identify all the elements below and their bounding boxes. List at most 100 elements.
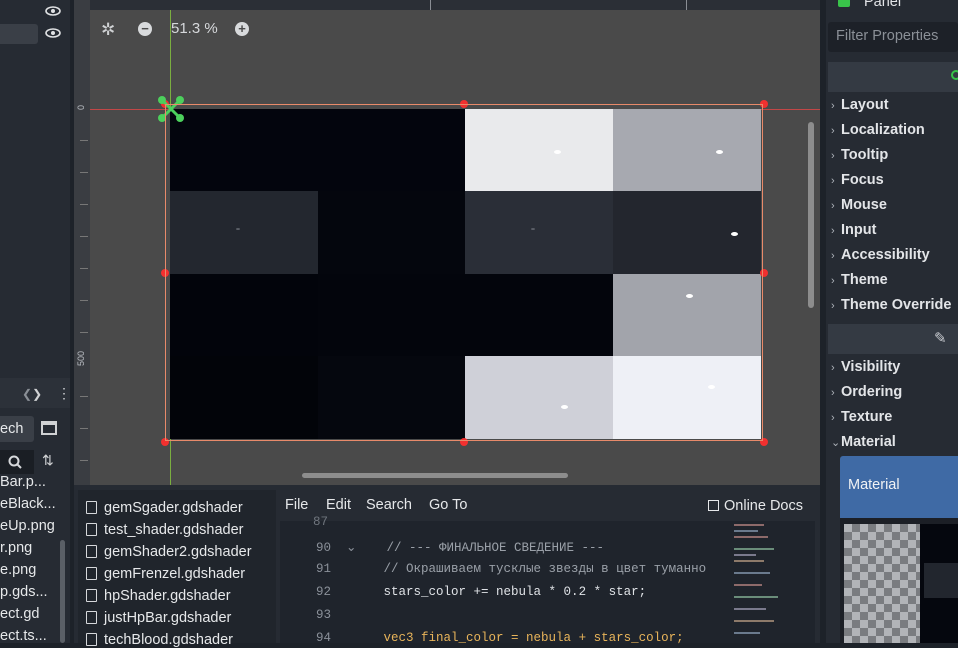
resize-handle[interactable] [161,269,169,277]
script-file[interactable]: hpShader.gdshader [86,588,231,604]
shader-file-icon [86,523,97,536]
section-theme[interactable]: › Theme [831,272,888,288]
ruler-label: 500 [76,350,86,366]
menu-dots-icon[interactable]: ⋮ [57,385,71,402]
section-ordering[interactable]: › Ordering [831,384,902,400]
shader-tile [612,191,761,275]
shader-tile [612,273,761,357]
shader-file-icon [86,611,97,624]
control-node-icon [951,70,958,80]
scene-row-selected[interactable] [0,24,38,44]
shader-file-icon [86,567,97,580]
fs-item[interactable]: eBlack... [0,496,56,512]
line-number-partial: 87 [313,515,329,529]
category-header[interactable] [828,62,958,92]
shader-tile [465,109,613,192]
section-layout[interactable]: › Layout [831,97,889,113]
script-file[interactable]: justHpBar.gdshader [86,610,231,626]
online-docs-link[interactable]: Online Docs [708,497,803,515]
fs-item[interactable]: p.gds... [0,584,48,600]
visibility-eye-icon[interactable] [45,28,61,38]
menu-search[interactable]: Search [366,497,412,513]
split-view-icon[interactable] [41,421,57,435]
shader-tile [170,273,318,357]
script-file[interactable]: gemFrenzel.gdshader [86,566,245,582]
back-icon[interactable]: ❮ [22,387,32,401]
fs-item[interactable]: ect.ts... [0,628,47,644]
pivot-icon[interactable] [153,91,189,127]
code-line: 92 stars_color += nebula * 0.2 * star; [316,585,647,599]
search-icon [8,455,22,469]
fs-item[interactable]: e.png [0,562,36,578]
menu-file[interactable]: File [285,497,308,513]
sort-icon[interactable]: ⇅ [42,452,54,469]
shader-file-icon [86,589,97,602]
resize-handle[interactable] [760,100,768,108]
script-file[interactable]: gemShader2.gdshader [86,544,252,560]
material-preview[interactable] [840,518,958,643]
zoom-in-icon[interactable]: + [235,22,249,36]
resize-handle[interactable] [760,438,768,446]
visibility-eye-icon[interactable] [45,6,61,16]
node-type-label: Panel [864,0,902,10]
section-localization[interactable]: › Localization [831,122,925,138]
shader-file-icon [86,633,97,646]
section-focus[interactable]: › Focus [831,172,884,188]
shader-tile [612,109,761,192]
resize-handle[interactable] [161,438,169,446]
ruler-top [74,0,820,10]
section-mouse[interactable]: › Mouse [831,197,887,213]
shader-tile [170,355,318,439]
menu-edit[interactable]: Edit [326,497,351,513]
ruler-left: 0 500 [74,0,90,485]
shader-preview-canvas[interactable] [170,109,761,439]
menu-go-to[interactable]: Go To [429,497,467,513]
filter-placeholder: Filter Properties [836,28,939,44]
shader-tile [612,355,761,439]
fs-item[interactable]: r.png [0,540,32,556]
section-tooltip[interactable]: › Tooltip [831,147,888,163]
viewport-v-scrollbar[interactable] [808,122,814,308]
code-line: 91 // Окрашиваем тусклые звезды в цвет т… [316,562,707,576]
star-dot [531,228,536,231]
fs-item[interactable]: eUp.png [0,518,55,534]
material-property-label: Material [848,477,900,493]
section-visibility[interactable]: › Visibility [831,359,900,375]
shader-tile [317,355,466,439]
shader-tile [317,191,466,275]
history-nav[interactable]: ❮❯ [22,387,42,401]
panel-node-icon [838,0,850,7]
section-texture[interactable]: › Texture [831,409,892,425]
shader-tile [465,355,613,439]
fs-item[interactable]: ect.gd [0,606,40,622]
script-file[interactable]: gemSgader.gdshader [86,500,243,516]
star-dot [715,150,723,155]
section-accessibility[interactable]: › Accessibility [831,247,930,263]
checkerboard-preview [844,524,920,643]
shader-tile [465,191,613,275]
forward-icon[interactable]: ❯ [32,387,42,401]
center-view-icon[interactable]: ✲ [101,20,115,40]
edit-pencil-icon: ✎ [934,330,947,347]
external-link-icon [708,500,719,511]
shader-tile [317,273,466,357]
viewport-h-scrollbar[interactable] [302,473,568,478]
shader-file-icon [86,501,97,514]
script-file[interactable]: test_shader.gdshader [86,522,243,538]
resize-handle[interactable] [460,100,468,108]
section-theme-overrides[interactable]: › Theme Override [831,297,951,313]
zoom-out-icon[interactable]: − [138,22,152,36]
fs-item[interactable]: Bar.p... [0,474,46,490]
resize-handle[interactable] [460,438,468,446]
zoom-level[interactable]: 51.3 % [171,20,218,37]
script-file[interactable]: techBlood.gdshader [86,632,233,648]
section-material[interactable]: ⌄Material [831,434,896,450]
section-input[interactable]: › Input [831,222,876,238]
star-dot [553,150,561,155]
shader-tile [465,273,613,357]
left-dock: ❮❯ ⋮ ech ⇅ Bar.p... eBlack... eUp.png r.… [0,0,71,644]
resize-handle[interactable] [760,269,768,277]
star-dot [236,228,241,231]
code-minimap[interactable] [730,522,810,643]
fs-scrollbar[interactable] [60,540,65,643]
